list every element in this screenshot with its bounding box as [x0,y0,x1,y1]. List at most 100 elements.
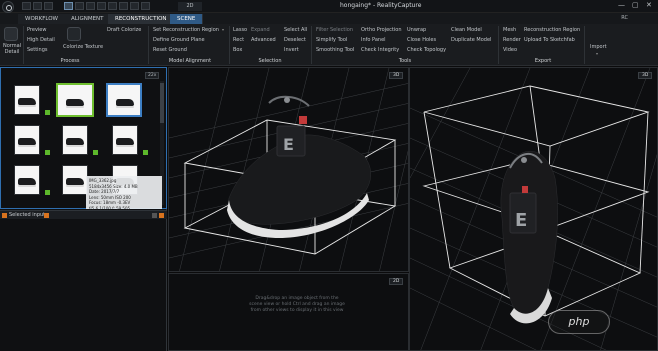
viewport-mode-badge[interactable]: 2D [389,278,404,285]
viewport-3d-top-left[interactable]: E 3D [168,67,409,272]
ribbon: Normal Detail Preview High Detail Settin… [0,24,658,66]
normal-detail-icon[interactable] [4,27,18,41]
image-thumbnail[interactable] [62,125,88,155]
viewport-mode-badge[interactable]: 3D [389,72,404,79]
export-reconstruction-region-button[interactable]: Reconstruction Region [524,27,580,33]
upload-sketchfab-button[interactable]: Upload To Sketchfab [524,37,575,43]
save-project-icon[interactable] [44,2,53,10]
tools-group-label: Tools [398,58,412,64]
layout-1-icon[interactable] [64,2,73,10]
unwrap-button[interactable]: Unwrap [407,27,426,33]
title-bar: 2D hongaing* - RealityCapture — ▢ ✕ [0,0,658,13]
images-scroll-thumb[interactable] [160,83,164,123]
panel-close-icon[interactable] [159,213,164,218]
mode-2d-toggle[interactable]: 2D [178,2,202,11]
panel-menu-icon[interactable] [152,213,157,218]
check-icon [93,150,98,155]
layout-3-icon[interactable] [86,2,95,10]
preview-button[interactable]: Preview [27,27,46,33]
viewport-mode-badge[interactable]: 3D [638,72,653,79]
ribbon-tabs: WORKFLOW ALIGNMENT RECONSTRUCTION SCENE … [0,13,658,24]
selected-input-header[interactable]: Selected input [0,210,167,219]
deselect-button[interactable]: Deselect [284,37,306,43]
mesh-button[interactable]: Mesh [503,27,516,33]
filter-selection-button[interactable]: Filter Selection [316,27,353,33]
image-thumbnail[interactable] [62,165,88,195]
shoe-model[interactable]: E [227,95,371,238]
layout-2-icon[interactable] [75,2,84,10]
shoe-logo-letter: E [283,135,294,154]
layout-7-icon[interactable] [130,2,139,10]
expand-button[interactable]: Expand [251,27,270,33]
app-logo-icon[interactable] [2,1,14,13]
reset-ground-button[interactable]: Reset Ground [153,47,187,53]
advanced-button[interactable]: Advanced [251,37,276,43]
normal-detail-button[interactable]: Normal Detail [3,43,21,55]
user-badge[interactable]: RC [621,15,628,21]
panel-pin-icon[interactable] [2,213,7,218]
simplify-tool-button[interactable]: Simplify Tool [316,37,347,43]
import-button[interactable]: Import [590,44,607,50]
image-thumbnail[interactable] [14,165,40,195]
high-detail-button[interactable]: High Detail [27,37,55,43]
layout-4-icon[interactable] [97,2,106,10]
shoe-red-tag [522,186,528,193]
video-button[interactable]: Video [503,47,517,53]
image-thumbnail[interactable] [112,125,138,155]
region-dropdown-icon[interactable]: ▾ [222,27,224,32]
clean-model-button[interactable]: Clean Model [451,27,482,33]
selected-input-label: Selected input [9,212,46,218]
selection-group-label: Selection [258,58,282,64]
image-thumbnail[interactable] [14,125,40,155]
panel-close-icon[interactable] [44,213,49,218]
tab-workflow[interactable]: WORKFLOW [18,14,66,24]
import-dropdown-icon[interactable]: ▾ [596,51,598,56]
invert-button[interactable]: Invert [284,47,299,53]
process-group-label: Process [60,58,80,64]
images-panel: 22x IMG_3362.jpg 5184x3456 Size: 4.0 MB … [0,67,167,351]
colorize-texture-button[interactable]: Colorize Texture [63,44,103,50]
layout-6-icon[interactable] [119,2,128,10]
image-thumbnail[interactable] [14,85,40,115]
draft-colorize-button[interactable]: Draft Colorize [107,27,141,33]
new-project-icon[interactable] [22,2,31,10]
image-thumbnail-focused[interactable] [106,83,142,117]
empty-view-hint: Drag&drop an image object from the scene… [249,296,345,313]
select-all-button[interactable]: Select All [284,27,307,33]
3d-scene-view[interactable]: E [169,68,409,272]
ortho-projection-button[interactable]: Ortho Projection [361,27,402,33]
check-icon [45,190,50,195]
smoothing-tool-button[interactable]: Smoothing Tool [316,47,354,53]
rect-button[interactable]: Rect [233,37,244,43]
info-panel-button[interactable]: Info Panel [361,37,386,43]
image-thumbnail-selected[interactable] [56,83,94,117]
thumbnail-size-badge[interactable]: 22x [145,72,160,79]
set-reconstruction-region-button[interactable]: Set Reconstruction Region [153,27,219,33]
open-project-icon[interactable] [33,2,42,10]
settings-button[interactable]: Settings [27,47,48,53]
layout-8-icon[interactable] [141,2,150,10]
3d-scene-view[interactable]: E [410,68,658,351]
check-icon [143,150,148,155]
check-topology-button[interactable]: Check Topology [407,47,446,53]
maximize-icon[interactable]: ▢ [632,1,639,9]
close-icon[interactable]: ✕ [646,1,652,9]
layout-5-icon[interactable] [108,2,117,10]
define-ground-plane-button[interactable]: Define Ground Plane [153,37,205,43]
tab-reconstruction[interactable]: RECONSTRUCTION [108,14,175,24]
colorize-icon[interactable] [67,27,81,41]
viewport-3d-right[interactable]: E 3D [409,67,658,351]
close-holes-button[interactable]: Close Holes [407,37,436,43]
render-button[interactable]: Render [503,37,521,43]
image-info-tooltip: IMG_3362.jpg 5184x3456 Size: 4.0 MB Date… [86,176,162,211]
export-group-label: Export [534,58,552,64]
viewport-2d-bottom[interactable]: 2D Drag&drop an image object from the sc… [168,273,409,351]
tab-alignment[interactable]: ALIGNMENT [64,14,112,24]
tab-scene[interactable]: SCENE [170,14,204,24]
box-button[interactable]: Box [233,47,242,53]
lasso-button[interactable]: Lasso [233,27,247,33]
minimize-icon[interactable]: — [618,1,625,9]
duplicate-model-button[interactable]: Duplicate Model [451,37,491,43]
check-integrity-button[interactable]: Check Integrity [361,47,399,53]
check-icon [45,150,50,155]
